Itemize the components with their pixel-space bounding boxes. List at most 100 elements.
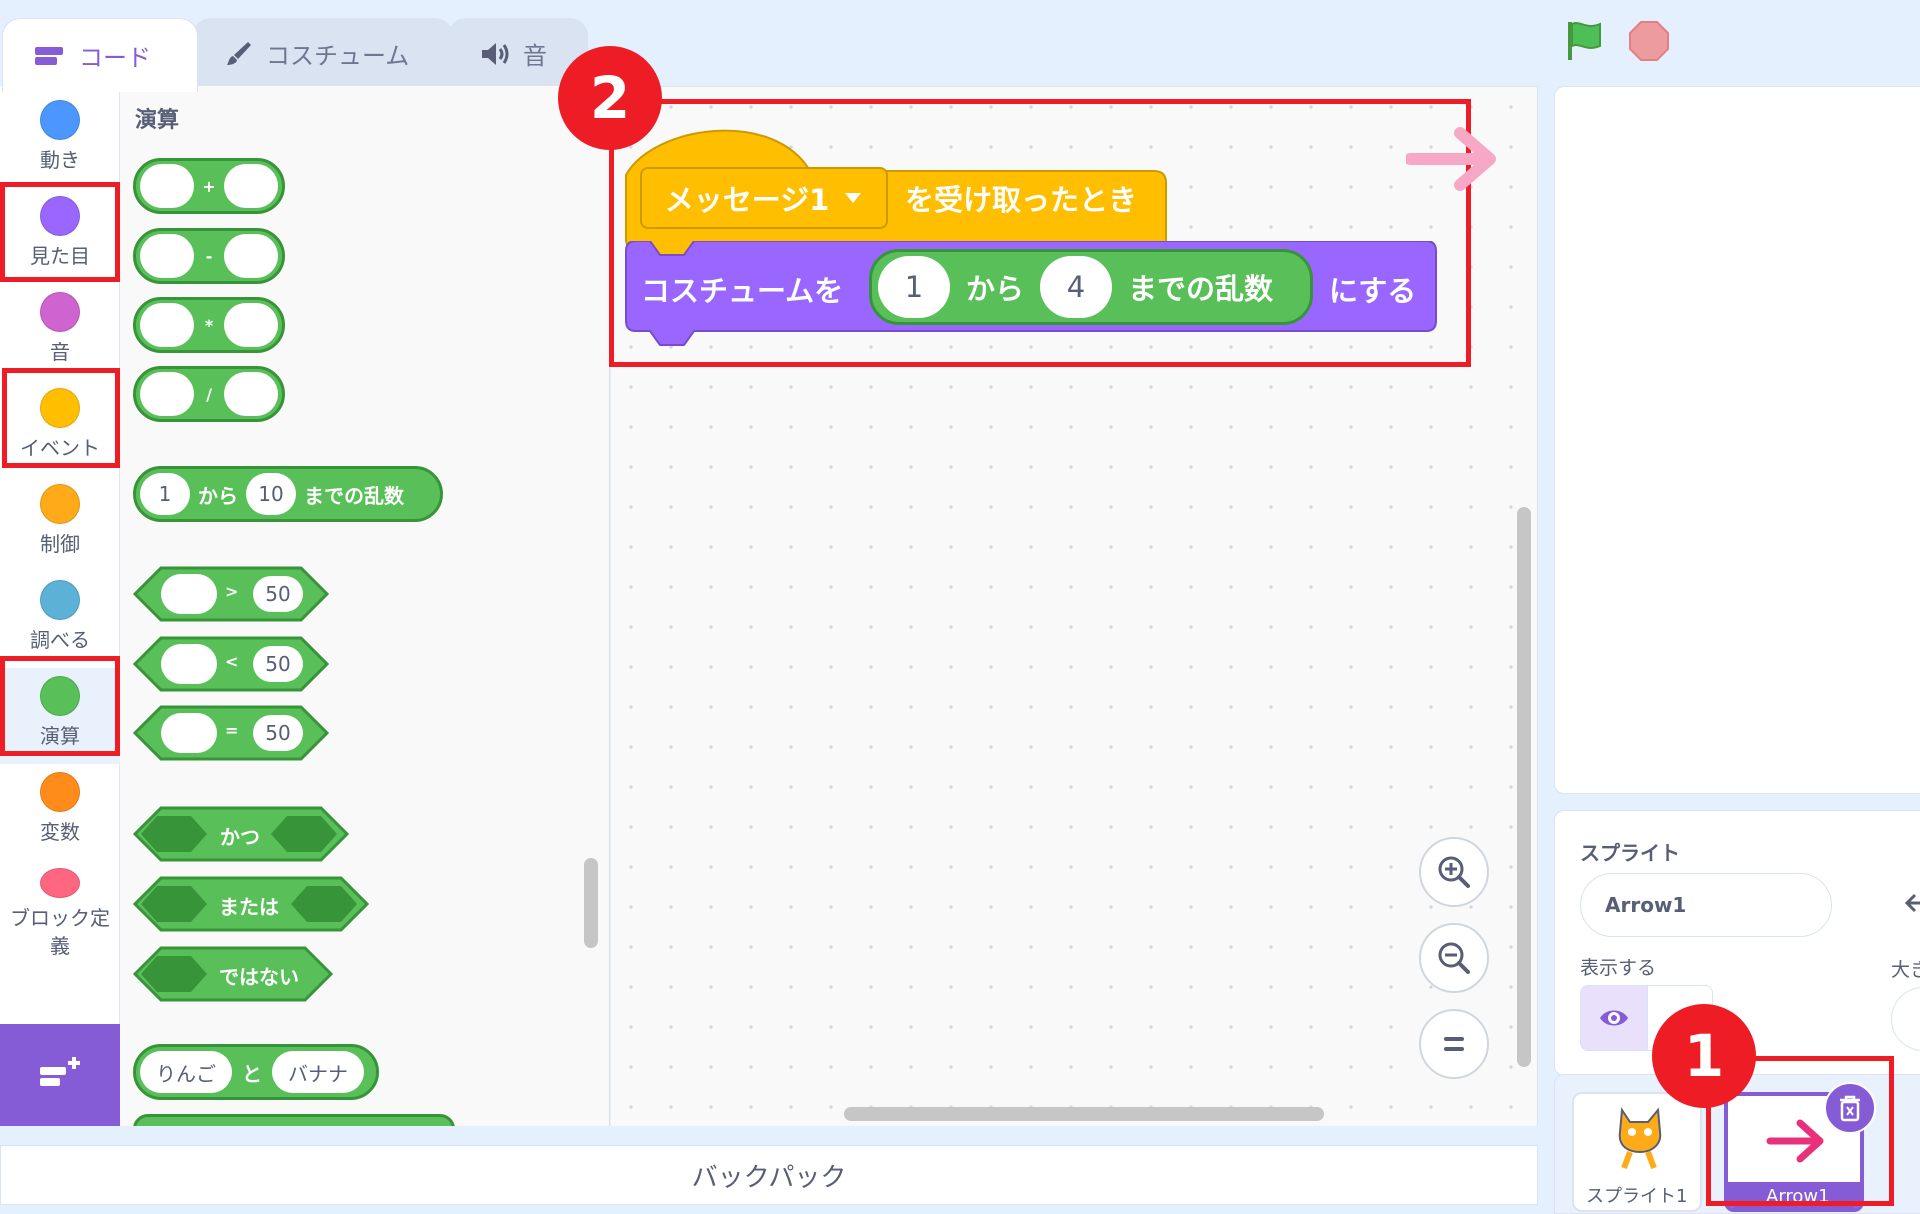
sprite-tile-label: スプライト1 xyxy=(1586,1186,1688,1207)
input-slot[interactable] xyxy=(224,234,279,278)
random-from-input[interactable]: 1 xyxy=(140,473,190,515)
highlight-box-operators xyxy=(0,656,120,756)
sprite-label: スプライト xyxy=(1580,841,1680,865)
green-flag-button[interactable] xyxy=(1562,18,1606,62)
not-block[interactable]: ではない xyxy=(133,946,333,1002)
category-dot xyxy=(40,868,80,898)
operator-symbol: = xyxy=(225,721,239,740)
category-dot xyxy=(40,484,80,524)
compare-value-input[interactable]: 50 xyxy=(253,646,303,682)
code-vertical-scrollbar[interactable] xyxy=(1517,507,1531,1067)
category-dot xyxy=(40,772,80,812)
input-slot[interactable] xyxy=(140,303,194,347)
backpack-label: バックパック xyxy=(691,1162,847,1193)
equals-icon xyxy=(1444,1037,1464,1051)
step-badge-2: 2 xyxy=(558,46,662,150)
block-palette: 演算 + - * / 1 から 10 までの乱数 > 50 < 50 = 50 … xyxy=(120,86,610,1126)
category-variables[interactable]: 変数 xyxy=(0,764,120,860)
multiply-block[interactable]: * xyxy=(133,297,285,353)
palette-title: 演算 xyxy=(135,108,180,133)
zoom-out-button[interactable] xyxy=(1419,923,1489,993)
operator-symbol: > xyxy=(225,582,239,601)
tab-costume[interactable]: コスチューム xyxy=(193,18,453,88)
operator-symbol: * xyxy=(204,315,214,335)
show-label: 表示する xyxy=(1580,957,1657,979)
category-dot xyxy=(40,100,80,140)
stop-button[interactable] xyxy=(1628,20,1670,62)
add-extension-icon xyxy=(40,1057,80,1086)
input-slot[interactable] xyxy=(140,234,194,278)
category-label: 動き xyxy=(40,148,80,172)
partial-block[interactable] xyxy=(133,1114,455,1126)
sprite-name-value: Arrow1 xyxy=(1605,893,1687,917)
category-label: 変数 xyxy=(40,820,80,844)
compare-value-input[interactable]: 50 xyxy=(253,576,303,612)
and-label: かつ xyxy=(220,825,260,849)
zoom-in-button[interactable] xyxy=(1419,837,1489,907)
sprite-tile-sprite1[interactable]: スプライト1 xyxy=(1572,1092,1702,1212)
sprite-drag-preview-arrow-icon xyxy=(1406,127,1496,191)
tab-code[interactable]: コード xyxy=(2,18,198,92)
not-label: ではない xyxy=(219,965,299,989)
category-label: 制御 xyxy=(40,532,80,556)
x-position-arrow-icon xyxy=(1904,893,1920,913)
code-icon xyxy=(35,46,63,65)
compare-value-input[interactable]: 50 xyxy=(253,715,303,751)
sprite-name-input[interactable]: Arrow1 xyxy=(1580,873,1832,937)
input-slot[interactable] xyxy=(224,303,279,347)
palette-scrollbar[interactable] xyxy=(584,858,598,948)
category-control[interactable]: 制御 xyxy=(0,476,120,572)
zoom-reset-button[interactable] xyxy=(1419,1009,1489,1079)
add-block[interactable]: + xyxy=(133,158,285,214)
eye-icon xyxy=(1600,1010,1628,1026)
operator-symbol: / xyxy=(206,384,212,404)
zoom-out-icon xyxy=(1438,942,1470,974)
category-dot xyxy=(40,580,80,620)
size-label: 大き xyxy=(1891,959,1920,981)
code-area[interactable]: メッセージ1 を受け取ったとき コスチュームを 1 から 4 までの乱数 にする xyxy=(609,86,1538,1126)
tab-code-label: コード xyxy=(79,44,151,72)
category-motion[interactable]: 動き xyxy=(0,92,120,188)
size-input[interactable] xyxy=(1891,987,1920,1051)
category-dot xyxy=(40,292,80,332)
input-slot[interactable] xyxy=(161,644,217,684)
brush-icon xyxy=(227,41,251,65)
category-sensing[interactable]: 調べる xyxy=(0,572,120,668)
less-than-block[interactable]: < 50 xyxy=(133,636,329,692)
tab-costume-label: コスチューム xyxy=(266,42,410,70)
show-sprite-button[interactable] xyxy=(1580,985,1648,1051)
code-horizontal-scrollbar[interactable] xyxy=(844,1107,1324,1121)
random-to-input[interactable]: 10 xyxy=(246,473,296,515)
join-input-b[interactable]: バナナ xyxy=(272,1051,364,1093)
equals-block[interactable]: = 50 xyxy=(133,705,329,761)
join-text: と xyxy=(242,1061,262,1086)
and-block[interactable]: かつ xyxy=(133,806,349,862)
step-badge-1: 1 xyxy=(1652,1004,1756,1108)
subtract-block[interactable]: - xyxy=(133,228,285,284)
stage[interactable] xyxy=(1554,86,1920,794)
random-from-text: から xyxy=(198,483,238,508)
category-my-blocks[interactable]: ブロック定義 xyxy=(0,860,120,960)
category-label: 音 xyxy=(50,340,70,364)
join-block[interactable]: りんご と バナナ xyxy=(133,1044,379,1100)
operator-symbol: - xyxy=(205,246,213,266)
highlight-box-script xyxy=(609,99,1471,367)
backpack[interactable]: バックパック xyxy=(0,1145,1538,1205)
category-sound[interactable]: 音 xyxy=(0,284,120,380)
input-slot[interactable] xyxy=(224,164,279,208)
input-slot[interactable] xyxy=(161,713,217,753)
input-slot[interactable] xyxy=(161,574,217,614)
divide-block[interactable]: / xyxy=(133,366,285,422)
green-flag-icon xyxy=(1568,22,1601,60)
pick-random-block[interactable]: 1 から 10 までの乱数 xyxy=(133,466,443,522)
greater-than-block[interactable]: > 50 xyxy=(133,566,329,622)
or-block[interactable]: または xyxy=(133,876,369,932)
input-slot[interactable] xyxy=(224,372,279,416)
or-label: または xyxy=(219,895,279,919)
join-input-a[interactable]: りんご xyxy=(140,1051,232,1093)
input-slot[interactable] xyxy=(140,372,194,416)
input-slot[interactable] xyxy=(140,164,194,208)
tab-sound-label: 音 xyxy=(523,42,547,70)
extension-button[interactable] xyxy=(0,1024,120,1126)
stop-icon xyxy=(1629,21,1669,61)
